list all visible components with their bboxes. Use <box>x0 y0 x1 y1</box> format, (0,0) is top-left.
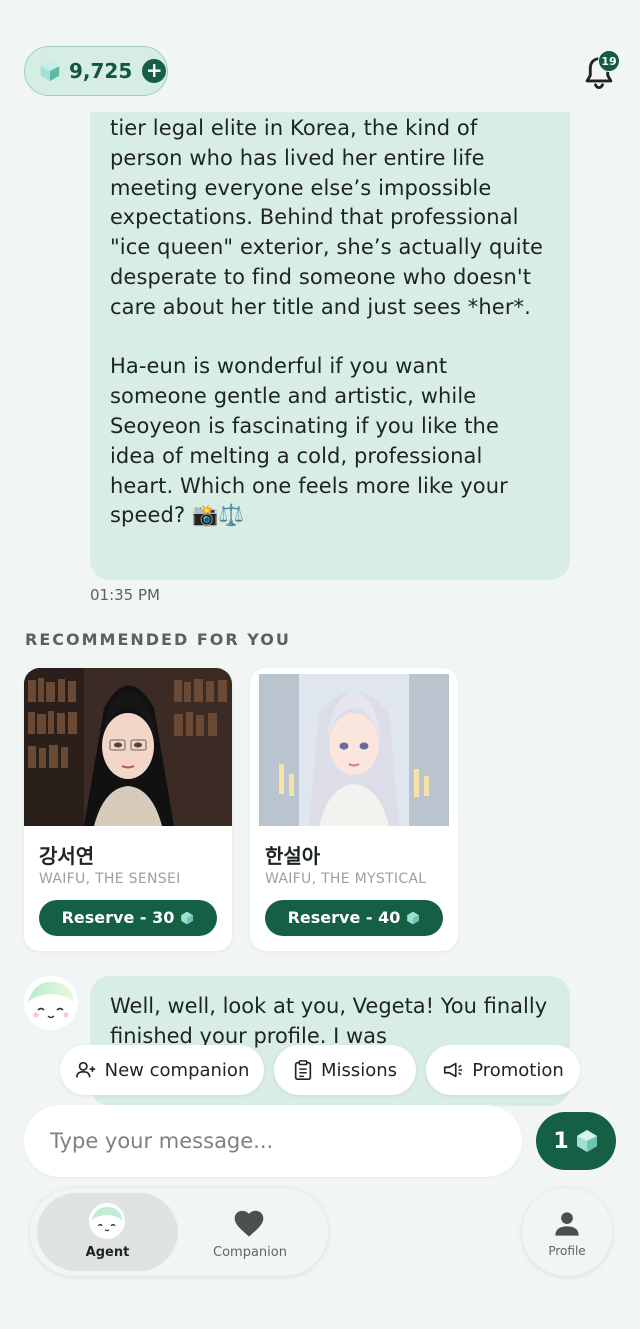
companion-card[interactable]: 강서연 WAIFU, THE SENSEI Reserve - 30 <box>24 668 232 951</box>
companion-subtitle: WAIFU, THE SENSEI <box>39 871 181 887</box>
nav-companion-tab[interactable]: Companion <box>188 1245 312 1260</box>
reserve-button[interactable]: Reserve - 30 <box>39 900 217 936</box>
companion-subtitle: WAIFU, THE MYSTICAL <box>265 871 427 887</box>
recommended-title: RECOMMENDED FOR YOU <box>25 630 291 649</box>
chip-label: New companion <box>104 1059 250 1081</box>
nav-profile-label: Profile <box>548 1244 586 1258</box>
send-button[interactable]: 1 <box>536 1112 616 1170</box>
agent-icon <box>89 1203 125 1239</box>
gem-icon <box>576 1130 597 1152</box>
top-bar: 9,725 + 19 <box>0 0 640 112</box>
companion-name: 강서연 <box>39 844 95 868</box>
reserve-button[interactable]: Reserve - 40 <box>265 900 443 936</box>
agent-message-bubble: tier legal elite in Korea, the kind of p… <box>90 60 570 580</box>
message-input-container <box>24 1105 522 1177</box>
gem-icon <box>40 60 60 82</box>
person-icon <box>555 1212 579 1236</box>
gem-icon <box>181 911 194 925</box>
gem-icon <box>407 911 420 925</box>
message-input[interactable] <box>50 1129 490 1153</box>
megaphone-icon <box>444 1062 463 1078</box>
bottom-navigation: Agent Companion <box>30 1188 328 1276</box>
chip-label: Missions <box>320 1059 398 1081</box>
nav-agent-tab[interactable]: Agent <box>37 1193 178 1271</box>
chip-label: Promotion <box>472 1059 564 1081</box>
send-cost: 1 <box>553 1128 569 1154</box>
coin-balance: 9,725 <box>69 59 133 83</box>
agent-message-text: Well, well, look at you, Vegeta! You fin… <box>110 994 554 1048</box>
nav-agent-label: Agent <box>85 1245 130 1260</box>
companion-name: 한설아 <box>265 844 321 868</box>
new-companion-button[interactable]: New companion <box>60 1045 264 1095</box>
reserve-button-label: Reserve - 40 <box>287 908 401 927</box>
agent-avatar <box>24 976 78 1030</box>
reserve-button-label: Reserve - 30 <box>61 908 175 927</box>
companion-portrait <box>24 668 232 826</box>
add-person-icon <box>75 1061 95 1078</box>
agent-message-text: tier legal elite in Korea, the kind of p… <box>110 116 544 528</box>
notification-badge: 19 <box>598 50 620 72</box>
coin-balance-pill[interactable]: 9,725 + <box>24 46 168 96</box>
missions-button[interactable]: Missions <box>274 1045 416 1095</box>
clipboard-icon <box>294 1060 312 1080</box>
nav-profile-tab[interactable]: Profile <box>522 1188 612 1276</box>
heart-icon <box>234 1210 264 1237</box>
add-coins-icon[interactable]: + <box>142 59 167 83</box>
companion-card[interactable]: 한설아 WAIFU, THE MYSTICAL Reserve - 40 <box>250 668 458 951</box>
message-timestamp: 01:35 PM <box>90 586 160 604</box>
companion-portrait <box>250 668 458 826</box>
promotion-button[interactable]: Promotion <box>426 1045 580 1095</box>
quick-actions: New companion Missions Promotion <box>0 1045 640 1095</box>
